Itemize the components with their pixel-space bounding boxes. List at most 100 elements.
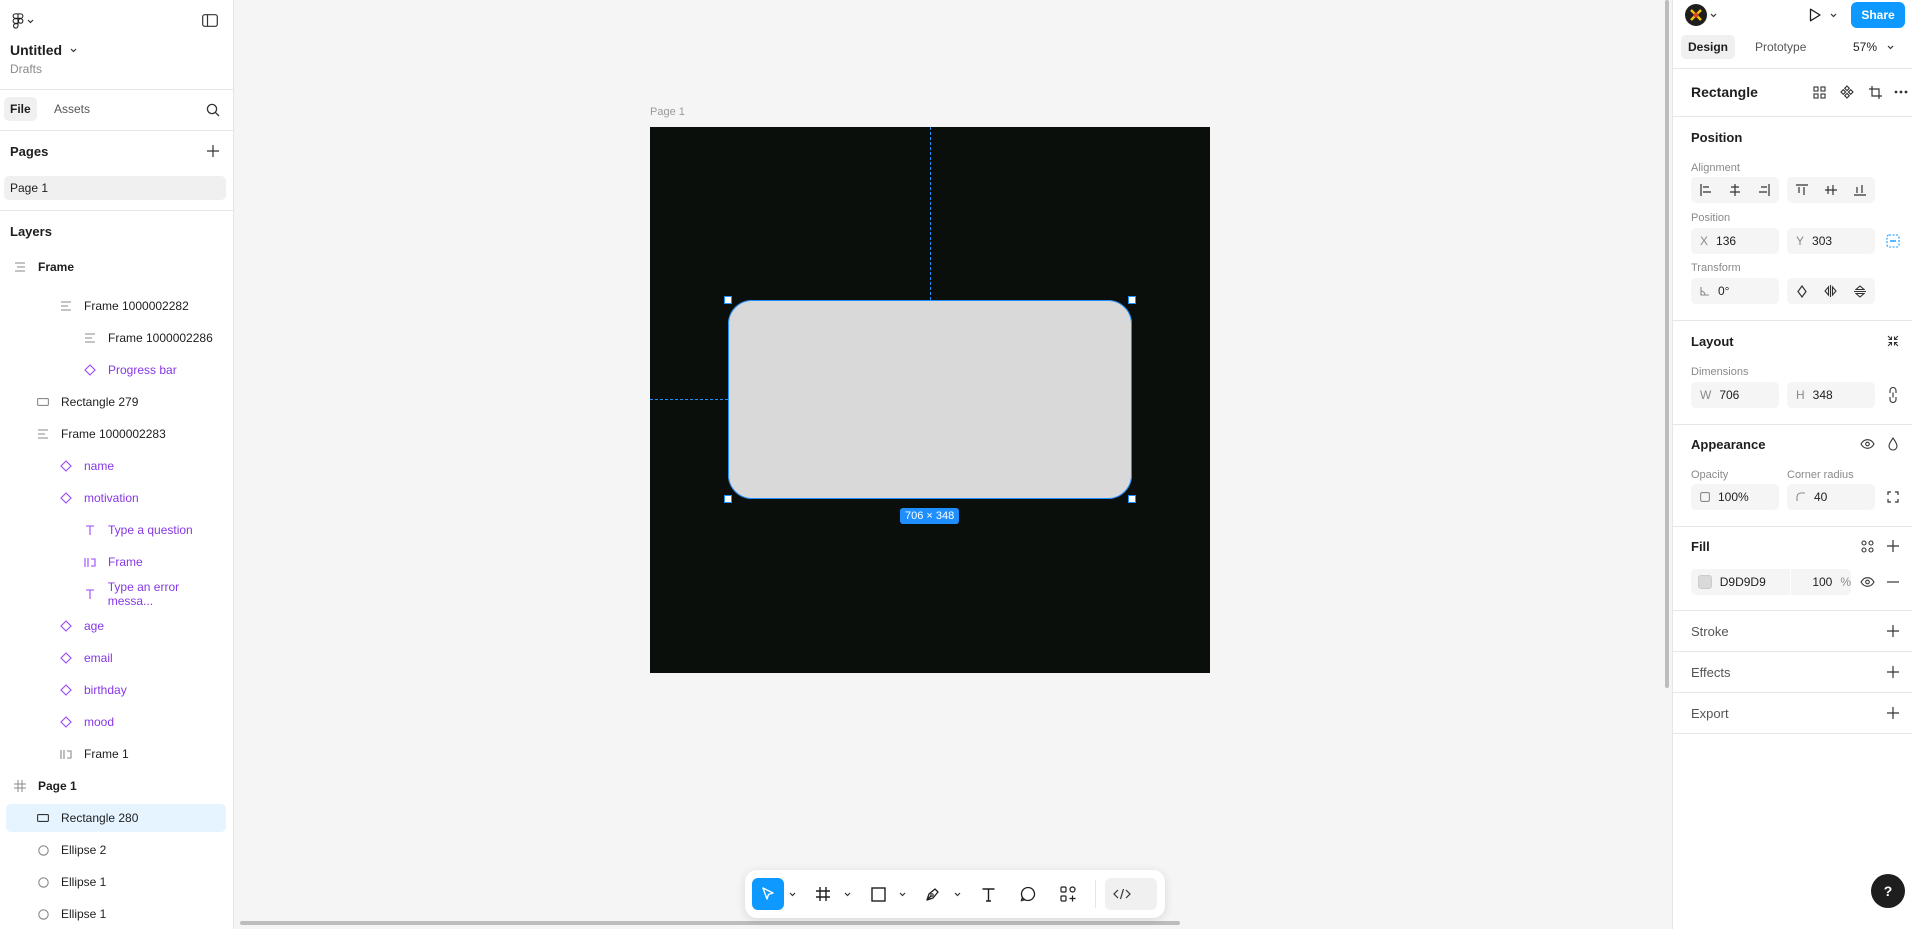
independent-corners-button[interactable] bbox=[1883, 487, 1903, 507]
layer-item[interactable]: Frame bbox=[6, 548, 226, 576]
actions-button[interactable] bbox=[1052, 878, 1084, 910]
add-stroke-button[interactable] bbox=[1883, 621, 1903, 641]
add-export-button[interactable] bbox=[1883, 703, 1903, 723]
main-menu-button[interactable] bbox=[10, 11, 36, 31]
constraints-button[interactable] bbox=[1883, 231, 1903, 251]
frame-label[interactable]: Page 1 bbox=[650, 106, 685, 118]
resize-handle-top-left[interactable] bbox=[724, 296, 732, 304]
use-as-mask-button[interactable] bbox=[1865, 82, 1885, 102]
dev-mode-toggle[interactable] bbox=[1105, 878, 1157, 910]
layer-item[interactable]: Frame 1000002283 bbox=[6, 420, 226, 448]
layer-item[interactable]: Ellipse 1 bbox=[6, 868, 226, 896]
fill-visibility-button[interactable] bbox=[1857, 572, 1877, 592]
link-chain-icon bbox=[1889, 387, 1897, 403]
move-tool-button[interactable] bbox=[752, 878, 784, 910]
layer-item[interactable]: Page 1 bbox=[6, 772, 226, 800]
plus-icon bbox=[1887, 666, 1899, 678]
layer-item[interactable]: Frame 1000002282 bbox=[6, 292, 226, 320]
autolayout-icon bbox=[58, 298, 74, 314]
chevron-down-icon bbox=[899, 892, 906, 897]
rotation-field[interactable]: 0° bbox=[1691, 278, 1779, 304]
pen-tool-menu[interactable] bbox=[951, 878, 963, 910]
shape-tool-menu[interactable] bbox=[896, 878, 908, 910]
align-top-button[interactable] bbox=[1787, 177, 1816, 203]
layer-item[interactable]: Ellipse 1 bbox=[6, 900, 226, 928]
blend-mode-button[interactable] bbox=[1883, 434, 1903, 454]
x-field[interactable]: X 136 bbox=[1691, 228, 1779, 254]
layer-item[interactable]: Frame 1000002286 bbox=[6, 324, 226, 352]
align-right-button[interactable] bbox=[1749, 177, 1778, 203]
search-layers-button[interactable] bbox=[203, 100, 223, 120]
select-matching-button[interactable] bbox=[1809, 82, 1829, 102]
remove-fill-button[interactable] bbox=[1883, 572, 1903, 592]
align-bottom-button[interactable] bbox=[1845, 177, 1874, 203]
present-button[interactable] bbox=[1805, 5, 1825, 25]
frame-tool-menu[interactable] bbox=[841, 878, 853, 910]
vertical-scrollbar[interactable] bbox=[1665, 0, 1669, 688]
opacity-field[interactable]: 100% bbox=[1691, 484, 1779, 510]
help-button[interactable]: ? bbox=[1871, 874, 1905, 908]
flip-vertical-button[interactable] bbox=[1845, 278, 1874, 304]
layer-item[interactable]: Rectangle 279 bbox=[6, 388, 226, 416]
width-field[interactable]: W 706 bbox=[1691, 382, 1779, 408]
layer-item-selected[interactable]: Rectangle 280 bbox=[6, 804, 226, 832]
move-tool-menu[interactable] bbox=[786, 878, 798, 910]
horizontal-scrollbar[interactable] bbox=[240, 921, 1180, 925]
layer-item[interactable]: birthday bbox=[6, 676, 226, 704]
add-page-button[interactable] bbox=[203, 141, 223, 161]
layer-item[interactable]: motivation bbox=[6, 484, 226, 512]
toggle-visibility-button[interactable] bbox=[1857, 434, 1877, 454]
zoom-menu[interactable]: 57% bbox=[1853, 35, 1894, 59]
position-label: Position bbox=[1691, 212, 1731, 224]
auto-layout-button[interactable] bbox=[1883, 331, 1903, 351]
frame-icon bbox=[12, 259, 28, 275]
text-tool-button[interactable] bbox=[972, 878, 1004, 910]
corner-radius-field[interactable]: 40 bbox=[1787, 484, 1875, 510]
fill-styles-button[interactable] bbox=[1857, 536, 1877, 556]
align-left-button[interactable] bbox=[1691, 177, 1720, 203]
tab-file[interactable]: File bbox=[4, 97, 37, 121]
more-options-button[interactable] bbox=[1891, 82, 1911, 102]
layer-item[interactable]: Frame bbox=[6, 253, 226, 281]
page-item-page-1[interactable]: Page 1 bbox=[4, 176, 226, 200]
tab-assets[interactable]: Assets bbox=[48, 97, 96, 121]
add-effect-button[interactable] bbox=[1883, 662, 1903, 682]
rectangle-icon bbox=[35, 810, 51, 826]
user-menu[interactable] bbox=[1685, 4, 1725, 26]
add-fill-button[interactable] bbox=[1883, 536, 1903, 556]
fill-color-field[interactable]: D9D9D9 100 % bbox=[1691, 569, 1851, 595]
chevron-down-icon bbox=[27, 19, 34, 24]
comment-tool-button[interactable] bbox=[1012, 878, 1044, 910]
layer-item[interactable]: email bbox=[6, 644, 226, 672]
shape-tool-button[interactable] bbox=[862, 878, 894, 910]
align-middle-button[interactable] bbox=[1816, 177, 1845, 203]
rotate-90-button[interactable] bbox=[1787, 278, 1816, 304]
present-options[interactable] bbox=[1827, 5, 1839, 25]
align-center-h-button[interactable] bbox=[1720, 177, 1749, 203]
pen-tool-button[interactable] bbox=[917, 878, 949, 910]
layer-item[interactable]: Ellipse 2 bbox=[6, 836, 226, 864]
layer-item[interactable]: age bbox=[6, 612, 226, 640]
create-component-button[interactable] bbox=[1837, 82, 1857, 102]
share-button[interactable]: Share bbox=[1851, 2, 1905, 28]
height-field[interactable]: H 348 bbox=[1787, 382, 1875, 408]
resize-handle-bottom-left[interactable] bbox=[724, 495, 732, 503]
y-field[interactable]: Y 303 bbox=[1787, 228, 1875, 254]
file-title[interactable]: Untitled bbox=[10, 42, 77, 58]
layer-item[interactable]: name bbox=[6, 452, 226, 480]
resize-handle-top-right[interactable] bbox=[1128, 296, 1136, 304]
toggle-sidebar-button[interactable] bbox=[200, 10, 220, 30]
spacing-guide-vertical bbox=[930, 127, 931, 300]
layer-item[interactable]: Frame 1 bbox=[6, 740, 226, 768]
constrain-proportions-button[interactable] bbox=[1883, 385, 1903, 405]
layer-item[interactable]: Progress bar bbox=[6, 356, 226, 384]
resize-handle-bottom-right[interactable] bbox=[1128, 495, 1136, 503]
fill-swatch[interactable] bbox=[1698, 575, 1712, 589]
layer-item[interactable]: Type a question bbox=[6, 516, 226, 544]
frame-tool-button[interactable] bbox=[807, 878, 839, 910]
tab-prototype[interactable]: Prototype bbox=[1749, 35, 1812, 59]
tab-design[interactable]: Design bbox=[1681, 35, 1736, 59]
layer-item[interactable]: mood bbox=[6, 708, 226, 736]
flip-horizontal-button[interactable] bbox=[1816, 278, 1845, 304]
layer-item[interactable]: Type an error messa... bbox=[6, 580, 226, 608]
